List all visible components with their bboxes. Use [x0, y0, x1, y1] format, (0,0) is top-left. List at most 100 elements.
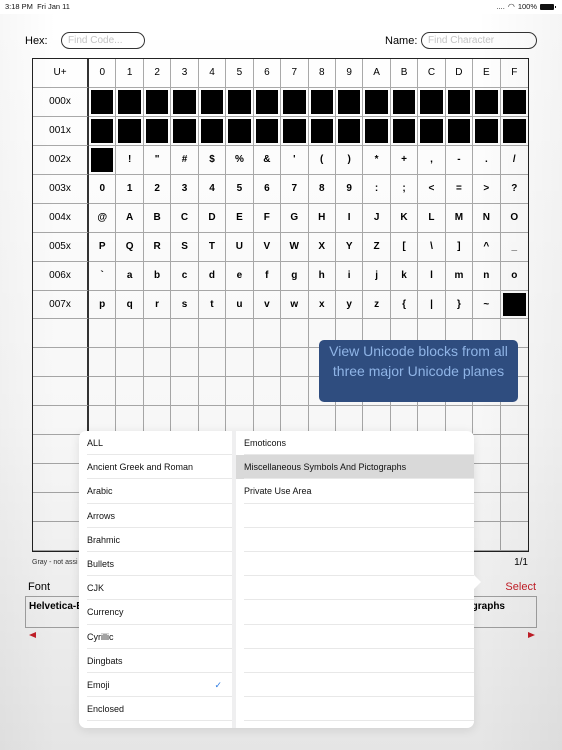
character-cell[interactable]: [226, 348, 254, 378]
character-cell[interactable]: [226, 319, 254, 349]
character-cell[interactable]: :: [363, 174, 391, 204]
character-cell[interactable]: .: [473, 145, 501, 175]
character-cell[interactable]: C: [171, 203, 199, 233]
character-cell[interactable]: h: [308, 261, 336, 291]
character-cell[interactable]: [171, 348, 199, 378]
character-cell[interactable]: [418, 87, 446, 117]
character-cell[interactable]: O: [500, 204, 528, 233]
character-cell[interactable]: ~: [473, 290, 501, 320]
hex-search-input[interactable]: [61, 32, 145, 49]
character-cell[interactable]: b: [143, 261, 172, 291]
character-cell[interactable]: 3: [171, 174, 199, 204]
category-list[interactable]: ALL Ancient Greek and Roman Arabic Arrows Br…: [79, 431, 232, 728]
character-cell[interactable]: [363, 116, 391, 146]
character-cell[interactable]: [171, 377, 199, 407]
character-cell[interactable]: E: [226, 203, 254, 233]
character-cell[interactable]: m: [445, 261, 474, 291]
character-cell[interactable]: [500, 522, 528, 551]
character-cell[interactable]: #: [171, 145, 199, 175]
character-cell[interactable]: &: [253, 145, 282, 175]
character-cell[interactable]: L: [418, 203, 446, 233]
character-cell[interactable]: }: [445, 290, 474, 320]
character-cell[interactable]: [198, 116, 227, 146]
character-cell[interactable]: 4: [198, 174, 227, 204]
character-cell[interactable]: [171, 87, 199, 117]
character-cell[interactable]: [226, 377, 254, 407]
select-button[interactable]: Select: [505, 581, 536, 593]
character-cell[interactable]: [198, 348, 227, 378]
character-cell[interactable]: [116, 348, 144, 378]
block-item[interactable]: Miscellaneous Symbols And Pictographs: [236, 455, 474, 480]
character-cell[interactable]: [473, 493, 501, 523]
character-cell[interactable]: k: [390, 261, 419, 291]
character-cell[interactable]: a: [116, 261, 144, 291]
character-cell[interactable]: d: [198, 261, 227, 291]
character-cell[interactable]: 5: [226, 174, 254, 204]
character-cell[interactable]: f: [253, 261, 282, 291]
previous-arrow-icon[interactable]: [29, 632, 36, 638]
character-cell[interactable]: [253, 377, 282, 407]
character-cell[interactable]: \: [418, 232, 446, 262]
character-cell[interactable]: [473, 464, 501, 494]
character-cell[interactable]: [418, 116, 446, 146]
character-cell[interactable]: [253, 116, 282, 146]
block-item[interactable]: Emoticons: [236, 431, 474, 456]
character-cell[interactable]: [445, 87, 474, 117]
character-cell[interactable]: 6: [253, 174, 282, 204]
character-cell[interactable]: N: [473, 203, 501, 233]
character-cell[interactable]: 8: [308, 174, 336, 204]
next-arrow-icon[interactable]: [528, 632, 535, 638]
character-cell[interactable]: X: [308, 232, 336, 262]
character-cell[interactable]: [171, 116, 199, 146]
character-cell[interactable]: r: [143, 290, 172, 320]
character-cell[interactable]: Y: [335, 232, 364, 262]
character-cell[interactable]: [89, 319, 117, 349]
character-cell[interactable]: [116, 319, 144, 349]
character-cell[interactable]: *: [363, 145, 391, 175]
character-cell[interactable]: z: [363, 290, 391, 320]
character-cell[interactable]: /: [500, 146, 528, 175]
character-cell[interactable]: j: [363, 261, 391, 291]
character-cell[interactable]: $: [198, 145, 227, 175]
character-cell[interactable]: [226, 87, 254, 117]
character-cell[interactable]: g: [281, 261, 309, 291]
character-cell[interactable]: [89, 377, 117, 407]
category-item[interactable]: Enclosed: [79, 697, 232, 722]
character-cell[interactable]: %: [226, 145, 254, 175]
category-item[interactable]: ALL: [79, 431, 232, 456]
character-cell[interactable]: `: [89, 261, 117, 291]
character-cell[interactable]: ?: [500, 175, 528, 204]
character-cell[interactable]: [281, 116, 309, 146]
character-cell[interactable]: A: [116, 203, 144, 233]
character-cell[interactable]: [308, 87, 336, 117]
character-cell[interactable]: ": [143, 145, 172, 175]
category-item[interactable]: Dingbats: [79, 649, 232, 674]
category-item[interactable]: Bullets: [79, 552, 232, 577]
character-cell[interactable]: [143, 348, 172, 378]
character-cell[interactable]: [281, 377, 309, 407]
character-cell[interactable]: 7: [281, 174, 309, 204]
character-cell[interactable]: ,: [418, 145, 446, 175]
character-cell[interactable]: [335, 87, 364, 117]
character-cell[interactable]: [500, 291, 528, 320]
character-cell[interactable]: V: [253, 232, 282, 262]
character-cell[interactable]: -: [445, 145, 474, 175]
character-cell[interactable]: @: [89, 203, 117, 233]
character-cell[interactable]: M: [445, 203, 474, 233]
block-list[interactable]: Emoticons Miscellaneous Symbols And Picto…: [236, 431, 474, 728]
character-cell[interactable]: u: [226, 290, 254, 320]
character-cell[interactable]: [500, 88, 528, 117]
character-cell[interactable]: S: [171, 232, 199, 262]
character-cell[interactable]: l: [418, 261, 446, 291]
category-item[interactable]: CJK: [79, 576, 232, 601]
character-cell[interactable]: [143, 319, 172, 349]
block-item[interactable]: Private Use Area: [236, 479, 474, 504]
character-cell[interactable]: [390, 87, 419, 117]
character-cell[interactable]: R: [143, 232, 172, 262]
character-cell[interactable]: T: [198, 232, 227, 262]
character-cell[interactable]: n: [473, 261, 501, 291]
character-cell[interactable]: |: [418, 290, 446, 320]
character-cell[interactable]: [500, 406, 528, 436]
character-cell[interactable]: [198, 319, 227, 349]
character-cell[interactable]: [: [390, 232, 419, 262]
